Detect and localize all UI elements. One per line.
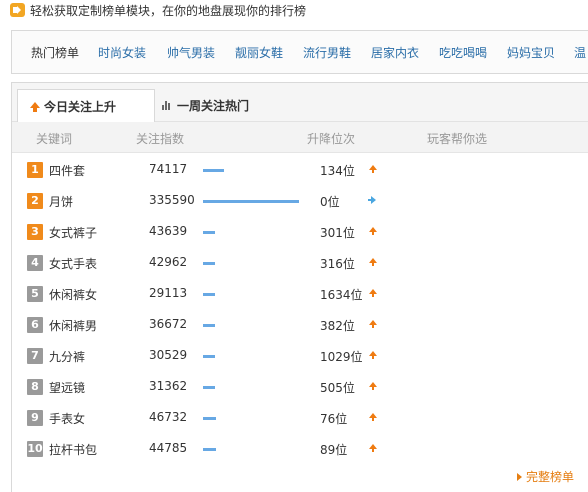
tab-week-hot[interactable]: 一周关注热门 — [162, 89, 249, 121]
keyword-link[interactable]: 拉杆书包 — [49, 441, 97, 458]
table-row: 1 四件套 74117 134位 — [12, 154, 588, 185]
rank-badge: 3 — [27, 224, 43, 240]
full-list-label: 完整榜单 — [526, 470, 575, 484]
trend-up-icon — [369, 258, 377, 266]
play-icon — [517, 472, 522, 481]
index-bar — [203, 200, 299, 203]
trend-up-icon — [369, 165, 377, 173]
rank-badge: 2 — [27, 193, 43, 209]
ranking-panel: 今日关注上升 一周关注热门 关键词 关注指数 升降位次 玩客帮你选 1 四件套 74… — [11, 82, 588, 492]
rank-badge: 7 — [27, 348, 43, 364]
trend-up-icon — [369, 351, 377, 359]
table-row: 9 手表女 46732 76位 — [12, 402, 588, 433]
nav-item-home[interactable]: 居家内衣 — [371, 44, 419, 61]
index-bar — [203, 355, 215, 358]
index-bar — [203, 231, 215, 234]
index-bar — [203, 169, 224, 172]
attention-index: 42962 — [149, 255, 188, 269]
nav-item-mens-shoes[interactable]: 流行男鞋 — [303, 44, 351, 61]
keyword-link[interactable]: 九分裤 — [49, 348, 85, 365]
full-list-link[interactable]: 完整榜单 — [517, 468, 574, 485]
arrow-up-icon — [30, 102, 40, 112]
trend-up-icon — [369, 320, 377, 328]
keyword-link[interactable]: 休闲裤女 — [49, 286, 97, 303]
tab-label: 今日关注上升 — [44, 99, 117, 114]
trend-up-icon — [369, 382, 377, 390]
keyword-link[interactable]: 四件套 — [49, 162, 85, 179]
nav-item-mens[interactable]: 帅气男装 — [167, 44, 215, 61]
nav-item-womens-shoes[interactable]: 靓丽女鞋 — [235, 44, 283, 61]
table-row: 4 女式手表 42962 316位 — [12, 247, 588, 278]
keyword-link[interactable]: 望远镜 — [49, 379, 85, 396]
attention-index: 44785 — [149, 441, 188, 455]
nav-item-baby[interactable]: 妈妈宝贝 — [507, 44, 555, 61]
table-row: 6 休闲裤男 36672 382位 — [12, 309, 588, 340]
tab-bar: 今日关注上升 一周关注热门 — [12, 83, 588, 122]
rank-badge: 5 — [27, 286, 43, 302]
rank-badge: 6 — [27, 317, 43, 333]
speaker-icon — [10, 3, 25, 17]
table-row: 3 女式裤子 43639 301位 — [12, 216, 588, 247]
rank-change: 382位 — [320, 319, 355, 333]
nav-item-more[interactable]: 温 — [574, 44, 586, 61]
keyword-link[interactable]: 月饼 — [49, 193, 73, 210]
rank-change: 1029位 — [320, 350, 363, 364]
rank-badge: 4 — [27, 255, 43, 271]
rank-change: 301位 — [320, 226, 355, 240]
attention-index: 30529 — [149, 348, 188, 362]
col-change: 升降位次 — [307, 132, 356, 146]
index-bar — [203, 386, 215, 389]
tab-label: 一周关注热门 — [177, 98, 250, 113]
index-bar — [203, 262, 215, 265]
category-nav: 热门榜单 时尚女装 帅气男装 靓丽女鞋 流行男鞋 居家内衣 吃吃喝喝 妈妈宝贝 … — [11, 30, 588, 74]
trend-flat-icon — [368, 196, 376, 204]
table-row: 5 休闲裤女 29113 1634位 — [12, 278, 588, 309]
keyword-link[interactable]: 休闲裤男 — [49, 317, 97, 334]
table-row: 8 望远镜 31362 505位 — [12, 371, 588, 402]
trend-up-icon — [369, 413, 377, 421]
rank-badge: 8 — [27, 379, 43, 395]
table-row: 2 月饼 335590 0位 — [12, 185, 588, 216]
attention-index: 36672 — [149, 317, 188, 331]
trend-up-icon — [369, 289, 377, 297]
keyword-link[interactable]: 女式手表 — [49, 255, 97, 272]
attention-index: 335590 — [149, 193, 195, 207]
header-text: 轻松获取定制榜单模块，在你的地盘展现你的排行榜 — [30, 3, 307, 18]
rank-change: 76位 — [320, 412, 348, 426]
table-row: 10 拉杆书包 44785 89位 — [12, 433, 588, 464]
col-help: 玩客帮你选 — [427, 132, 488, 146]
rank-badge: 1 — [27, 162, 43, 178]
attention-index: 46732 — [149, 410, 188, 424]
keyword-link[interactable]: 女式裤子 — [49, 224, 97, 241]
table-header: 关键词 关注指数 升降位次 玩客帮你选 — [12, 122, 588, 153]
attention-index: 31362 — [149, 379, 188, 393]
rank-badge: 9 — [27, 410, 43, 426]
attention-index: 29113 — [149, 286, 188, 300]
attention-index: 43639 — [149, 224, 188, 238]
rank-change: 505位 — [320, 381, 355, 395]
tab-today-rising[interactable]: 今日关注上升 — [17, 89, 155, 122]
rank-badge: 10 — [27, 441, 43, 457]
index-bar — [203, 417, 216, 420]
index-bar — [203, 293, 215, 296]
nav-item-hot[interactable]: 热门榜单 — [31, 44, 79, 61]
index-bar — [203, 448, 216, 451]
table-row: 7 九分裤 30529 1029位 — [12, 340, 588, 371]
rank-change: 0位 — [320, 195, 340, 209]
nav-item-food[interactable]: 吃吃喝喝 — [439, 44, 487, 61]
trend-up-icon — [369, 444, 377, 452]
rank-change: 134位 — [320, 164, 355, 178]
nav-item-womens[interactable]: 时尚女装 — [98, 44, 146, 61]
keyword-link[interactable]: 手表女 — [49, 410, 85, 427]
trend-up-icon — [369, 227, 377, 235]
index-bar — [203, 324, 215, 327]
rank-change: 316位 — [320, 257, 355, 271]
bar-chart-icon — [162, 100, 171, 110]
attention-index: 74117 — [149, 162, 188, 176]
rank-change: 89位 — [320, 443, 348, 457]
col-keyword: 关键词 — [36, 132, 73, 146]
header: 轻松获取定制榜单模块，在你的地盘展现你的排行榜 — [10, 2, 306, 18]
col-index: 关注指数 — [136, 132, 185, 146]
rank-change: 1634位 — [320, 288, 363, 302]
